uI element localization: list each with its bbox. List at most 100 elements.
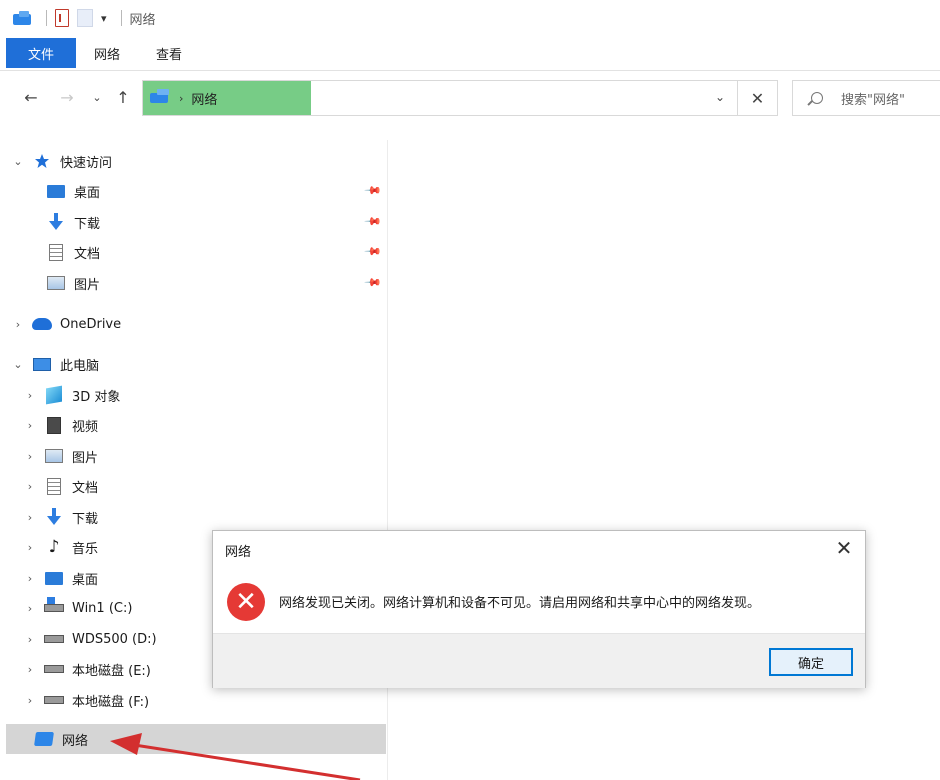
sidebar-item-label: 此电脑	[60, 358, 100, 374]
network-icon	[149, 88, 171, 108]
chevron-right-icon[interactable]: ›	[22, 389, 38, 402]
sidebar-item-desktop[interactable]: 桌面	[40, 178, 100, 204]
properties-icon[interactable]	[55, 9, 69, 27]
download-icon	[44, 508, 64, 526]
breadcrumb-network[interactable]: 网络	[191, 89, 217, 108]
title-bar: ▾ 网络	[0, 0, 940, 36]
pin-icon[interactable]: 📌	[363, 212, 382, 231]
sidebar-item-label: 本地磁盘 (E:)	[72, 663, 151, 679]
chevron-right-icon[interactable]: ›	[10, 318, 26, 331]
search-icon	[811, 92, 823, 104]
close-icon[interactable]: ✕	[833, 536, 855, 560]
sidebar-item-documents-pc[interactable]: › 文档	[22, 473, 98, 499]
sidebar-item-label: OneDrive	[60, 316, 122, 332]
sidebar-item-label: 桌面	[72, 572, 99, 588]
back-arrow-icon[interactable]: ←	[20, 86, 42, 108]
sidebar-item-label: 下载	[74, 216, 101, 232]
sidebar-item-pictures-pc[interactable]: › 图片	[22, 443, 98, 469]
chevron-right-icon[interactable]: ›	[22, 419, 38, 432]
chevron-right-icon[interactable]: ›	[22, 694, 38, 707]
chevron-right-icon[interactable]: ›	[22, 572, 38, 585]
chevron-right-icon[interactable]: ›	[22, 480, 38, 493]
sidebar-item-downloads-pc[interactable]: › 下载	[22, 504, 98, 530]
quick-access-dropdown-icon[interactable]: ▾	[101, 12, 107, 25]
sidebar-item-label: 3D 对象	[72, 389, 121, 405]
sidebar-item-label: 视频	[72, 419, 99, 435]
network-folder-icon	[12, 8, 32, 28]
pin-icon[interactable]: 📌	[363, 242, 382, 261]
search-box[interactable]: 搜索"网络"	[792, 80, 940, 116]
sidebar-item-3d-objects[interactable]: › 3D 对象	[22, 382, 120, 408]
dialog-message: 网络发现已关闭。网络计算机和设备不可见。请启用网络和共享中心中的网络发现。	[279, 596, 761, 611]
desktop-icon	[46, 182, 66, 200]
cloud-icon	[32, 315, 52, 333]
navigation-bar: ← → ⌄ ↑ › 网络 ⌄ ✕ 搜索"网络"	[0, 78, 940, 120]
dialog-title: 网络	[225, 545, 252, 560]
chevron-right-icon[interactable]: ›	[22, 511, 38, 524]
error-icon: ✕	[227, 583, 265, 621]
star-icon	[32, 152, 52, 170]
address-bar[interactable]: › 网络 ⌄ ✕	[142, 80, 778, 116]
sidebar-item-onedrive[interactable]: › OneDrive	[10, 311, 121, 337]
sidebar-item-label: 网络	[62, 733, 89, 749]
chevron-down-icon[interactable]: ⌄	[10, 155, 26, 168]
network-discovery-dialog: 网络 ✕ ✕ 网络发现已关闭。网络计算机和设备不可见。请启用网络和共享中心中的网…	[212, 530, 866, 688]
sidebar-item-pictures[interactable]: 图片	[40, 270, 100, 296]
window-title: 网络	[129, 12, 156, 28]
tab-file[interactable]: 文件	[6, 38, 77, 68]
sidebar-item-label: 桌面	[74, 185, 101, 201]
sidebar-item-label: 本地磁盘 (F:)	[72, 694, 150, 710]
dialog-footer: 确定	[213, 633, 865, 688]
computer-icon	[32, 355, 52, 373]
divider	[0, 70, 940, 71]
close-icon[interactable]: ✕	[737, 81, 777, 115]
cube-icon	[44, 385, 64, 405]
sidebar-item-videos[interactable]: › 视频	[22, 412, 98, 438]
video-icon	[44, 416, 64, 434]
up-arrow-icon[interactable]: ↑	[112, 86, 134, 108]
pin-icon[interactable]: 📌	[363, 273, 382, 292]
drive-icon	[44, 691, 64, 709]
address-dropdown-icon[interactable]: ⌄	[715, 90, 725, 104]
breadcrumb-chevron-icon[interactable]: ›	[179, 92, 183, 105]
forward-arrow-icon[interactable]: →	[56, 86, 78, 108]
desktop-icon	[44, 569, 64, 587]
download-icon	[46, 213, 66, 231]
pin-icon[interactable]: 📌	[363, 181, 382, 200]
sidebar-item-label: 图片	[72, 450, 99, 466]
sidebar-item-documents[interactable]: 文档	[40, 239, 100, 265]
sidebar-item-drive-d[interactable]: › WDS500 (D:)	[22, 626, 157, 652]
ribbon-tabs: 文件 网络 查看	[0, 38, 940, 68]
sidebar-item-downloads[interactable]: 下载	[40, 209, 100, 235]
chevron-right-icon[interactable]: ›	[22, 663, 38, 676]
sidebar-item-drive-e[interactable]: › 本地磁盘 (E:)	[22, 656, 151, 682]
sidebar-item-label: 图片	[74, 277, 101, 293]
chevron-right-icon[interactable]: ›	[22, 633, 38, 646]
chevron-right-icon[interactable]: ›	[22, 602, 38, 615]
sidebar-item-quick-access[interactable]: ⌄ 快速访问	[10, 148, 112, 174]
sidebar-item-label: Win1 (C:)	[72, 600, 133, 616]
sidebar-item-drive-f[interactable]: › 本地磁盘 (F:)	[22, 687, 149, 713]
separator	[120, 10, 122, 26]
drive-icon	[44, 660, 64, 678]
sidebar-item-label: 音乐	[72, 541, 99, 557]
tab-view[interactable]: 查看	[138, 38, 200, 68]
network-icon	[34, 730, 54, 748]
search-input[interactable]: 搜索"网络"	[841, 89, 905, 108]
recent-locations-chevron-icon[interactable]: ⌄	[86, 86, 108, 108]
document-icon	[46, 243, 66, 261]
chevron-right-icon[interactable]: ›	[22, 541, 38, 554]
sidebar-item-network[interactable]: 网络	[28, 726, 88, 752]
chevron-down-icon[interactable]: ⌄	[10, 358, 26, 371]
windows-drive-icon	[44, 597, 64, 617]
sidebar-item-music[interactable]: › ♪ 音乐	[22, 534, 98, 560]
sidebar-item-this-pc[interactable]: ⌄ 此电脑	[10, 351, 99, 377]
music-note-icon: ♪	[48, 537, 60, 557]
ok-button[interactable]: 确定	[769, 648, 853, 676]
sidebar-item-desktop-pc[interactable]: › 桌面	[22, 565, 98, 591]
sidebar-item-drive-c[interactable]: › Win1 (C:)	[22, 595, 132, 621]
tab-network[interactable]: 网络	[76, 38, 138, 68]
new-folder-icon[interactable]	[77, 9, 93, 27]
chevron-right-icon[interactable]: ›	[22, 450, 38, 463]
separator	[46, 10, 47, 26]
